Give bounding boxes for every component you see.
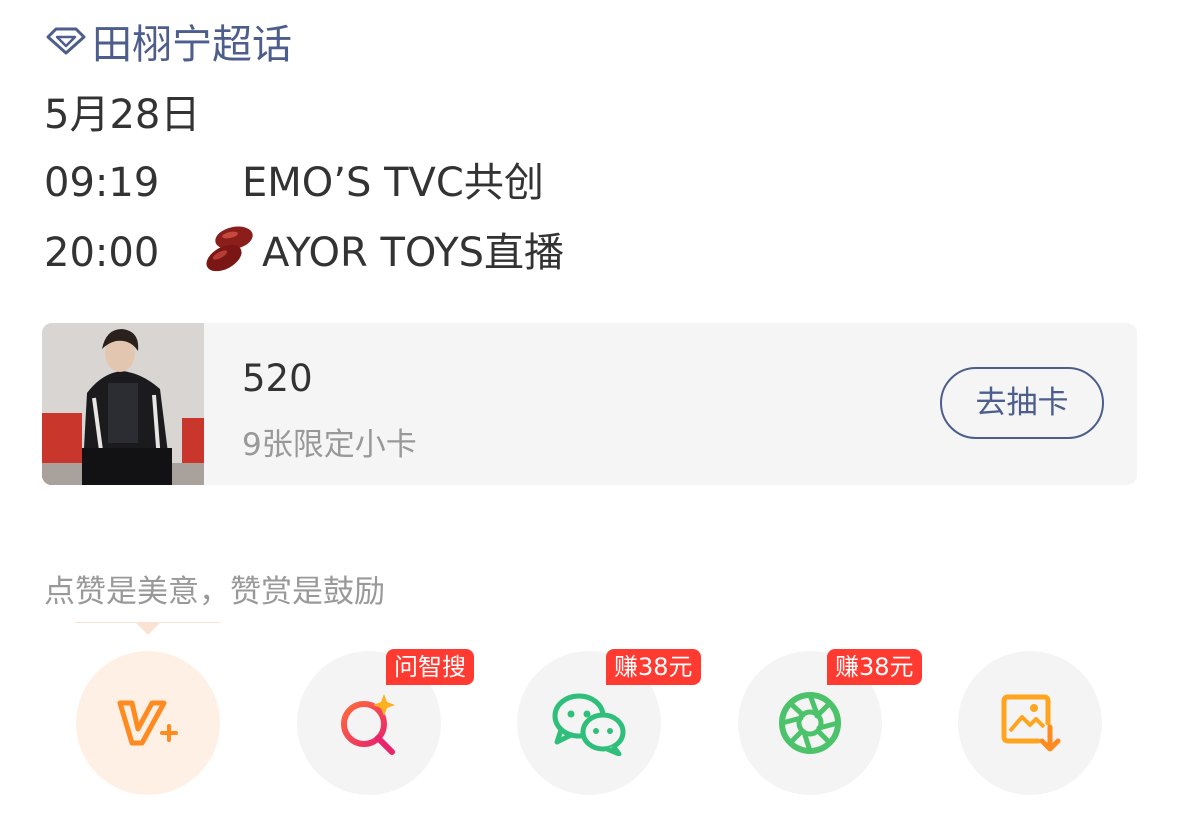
- card-subtitle: 9张限定小卡: [242, 427, 417, 463]
- moments-earn-badge: 赚38元: [827, 649, 922, 685]
- draw-card-button[interactable]: 去抽卡: [940, 367, 1104, 439]
- beans-icon: [200, 222, 260, 284]
- reward-hint: 点赞是美意，赞赏是鼓励: [44, 574, 385, 610]
- wechat-earn-badge: 赚38元: [606, 649, 701, 685]
- schedule-item: 20:00 AYOR TOYS直播: [44, 220, 564, 284]
- vplus-icon: [117, 700, 178, 746]
- ai-search-badge: 问智搜: [386, 649, 474, 685]
- save-image-button[interactable]: [958, 651, 1102, 795]
- wechat-icon: [552, 693, 626, 756]
- reward-button[interactable]: [76, 651, 220, 795]
- card-title: 520: [242, 357, 313, 400]
- pointer-arrow: [135, 622, 161, 635]
- ai-search-icon: [341, 694, 395, 755]
- schedule-text: EMO’S TVC共创: [242, 160, 544, 206]
- topic-link[interactable]: 田栩宁超话: [44, 12, 292, 70]
- schedule-item: 09:19 EMO’S TVC共创: [44, 150, 544, 208]
- person-photo: [42, 323, 204, 485]
- moments-icon: [779, 692, 841, 754]
- schedule-time: 20:00: [44, 230, 160, 276]
- topic-label: 田栩宁超话: [92, 22, 292, 68]
- schedule-date: 5月28日: [44, 92, 201, 138]
- schedule-time: 09:19: [44, 160, 160, 206]
- diamond-icon: [46, 27, 86, 55]
- card-draw-promo[interactable]: 520 9张限定小卡 去抽卡: [42, 323, 1137, 485]
- save-image-icon: [1001, 694, 1061, 752]
- schedule-text: AYOR TOYS直播: [262, 230, 565, 276]
